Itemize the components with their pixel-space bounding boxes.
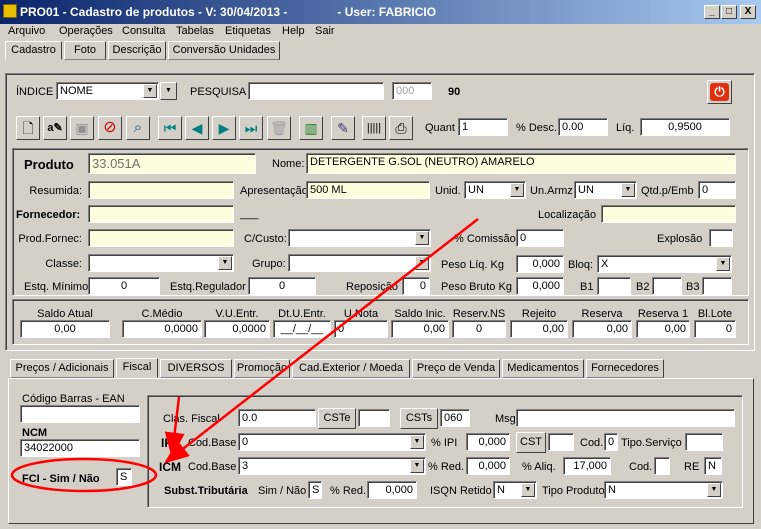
annotation-arrow-short <box>164 396 185 458</box>
annotation-overlay <box>10 218 479 493</box>
annotation-circle <box>10 457 158 493</box>
annotation-arrow-long <box>164 218 479 464</box>
